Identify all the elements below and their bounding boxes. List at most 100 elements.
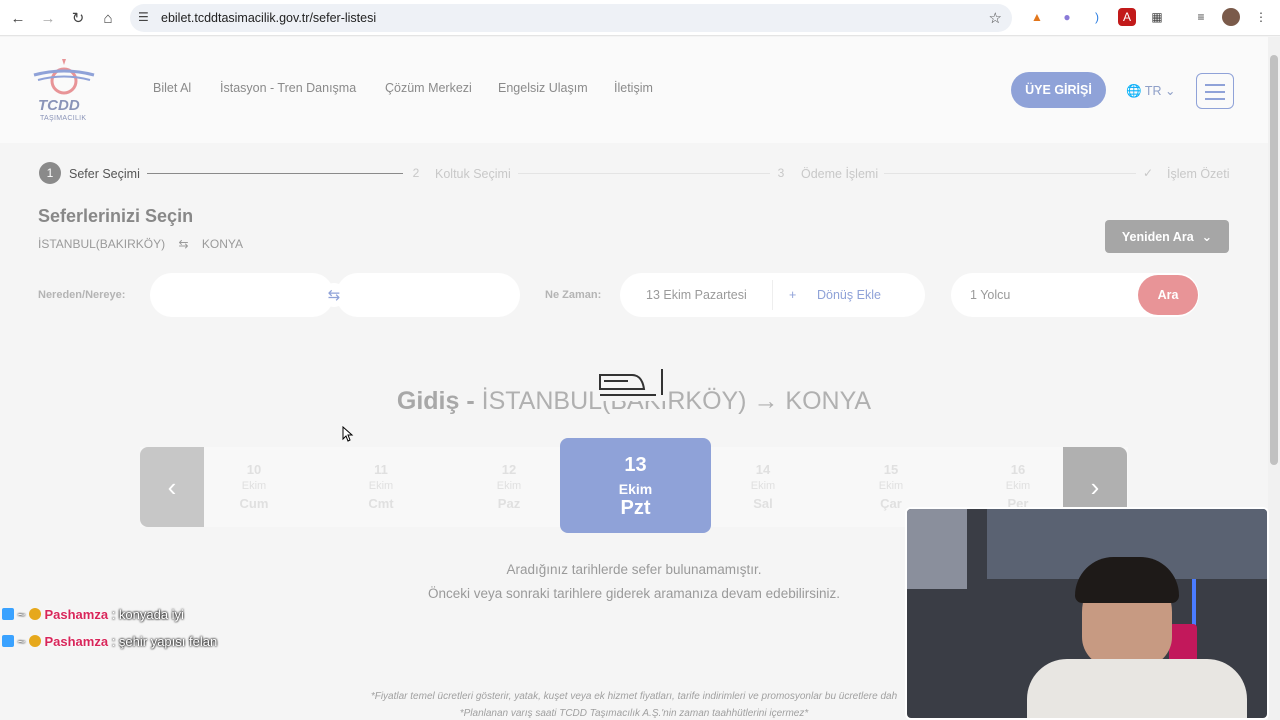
extension-icon[interactable]: ● <box>1058 8 1076 26</box>
nav-engelsiz-ulasim[interactable]: Engelsiz Ulaşım <box>498 81 588 95</box>
reload-icon[interactable]: ↻ <box>68 8 88 28</box>
step-line <box>884 173 1136 174</box>
site-header: TCDD TAŞIMACILIK Bilet Al İstasyon - Tre… <box>0 37 1268 143</box>
date-option[interactable]: 10 Ekim Cum <box>224 461 284 512</box>
language-selector[interactable]: 🌐 TR ⌄ <box>1126 83 1175 99</box>
day-number: 15 <box>883 462 899 477</box>
menu-bar <box>1205 98 1225 100</box>
date-option[interactable]: 14 Ekim Sal <box>733 461 793 512</box>
route-to: KONYA <box>201 237 244 251</box>
day-weekday: Cum <box>239 496 269 511</box>
from-to-label: Nereden/Nereye: <box>38 289 126 301</box>
step-3-label: Ödeme İşlemi <box>801 167 879 181</box>
login-button[interactable]: ÜYE GİRİŞİ <box>1011 72 1106 108</box>
chat-message: ~ Pashamza : konyada iyi <box>2 607 184 622</box>
nav-bilet-al[interactable]: Bilet Al <box>153 81 191 95</box>
day-month: Ekim <box>1005 480 1031 492</box>
chevron-down-icon: ⌄ <box>1201 230 1213 244</box>
day-number: 11 <box>374 462 388 477</box>
menu-dots-icon[interactable]: ⋮ <box>1252 8 1270 26</box>
arrow-right-icon: → <box>753 387 779 415</box>
coin-badge-icon <box>28 608 41 620</box>
from-input[interactable] <box>150 273 334 317</box>
url-text[interactable]: ebilet.tcddtasimacilik.gov.tr/sefer-list… <box>161 11 376 25</box>
chat-text: : konyada iyi <box>111 607 184 622</box>
swap-icon: ⇆ <box>178 237 189 251</box>
day-weekday: Sal <box>753 496 773 511</box>
day-month: Ekim <box>878 480 904 492</box>
logo-emblem-icon <box>33 59 95 95</box>
tcdd-logo[interactable]: TCDD TAŞIMACILIK <box>32 57 96 127</box>
divider <box>772 280 773 310</box>
site-info-icon[interactable]: ☰ <box>138 10 152 24</box>
passenger-value[interactable]: 1 Yolcu <box>970 288 1010 302</box>
step-line <box>147 173 403 174</box>
menu-bar <box>1205 91 1225 93</box>
to-input[interactable] <box>336 273 520 317</box>
webcam-overlay <box>905 507 1269 720</box>
day-month: Ekim <box>368 480 394 492</box>
menu-bar <box>1205 84 1225 86</box>
date-option[interactable]: 15 Ekim Çar <box>861 461 921 512</box>
puzzle-icon[interactable]: ▦ <box>1148 8 1166 26</box>
media-icon[interactable]: ≡ <box>1192 8 1210 26</box>
step-4-label: İşlem Özeti <box>1167 167 1230 181</box>
forward-icon[interactable]: → <box>38 8 58 28</box>
logo-subtext: TAŞIMACILIK <box>40 115 87 122</box>
date-value[interactable]: 13 Ekim Pazartesi <box>646 288 747 302</box>
selected-date-option[interactable]: 13 Ekim Pzt <box>560 438 711 533</box>
profile-avatar[interactable] <box>1222 8 1240 26</box>
back-icon[interactable]: ← <box>8 8 28 28</box>
metamask-icon[interactable]: ▲ <box>1028 8 1046 26</box>
day-weekday: Paz <box>497 496 521 511</box>
step-1-number: 1 <box>39 162 61 184</box>
browser-toolbar: ← → ↻ ⌂ ☰ ebilet.tcddtasimacilik.gov.tr/… <box>0 0 1280 36</box>
logo-text: TCDD <box>38 97 80 114</box>
hamburger-menu-button[interactable] <box>1196 73 1234 109</box>
chat-username: Pashamza <box>44 634 109 649</box>
page-scrollbar[interactable] <box>1268 37 1280 720</box>
swap-stations-icon[interactable]: ⇆ <box>322 283 346 307</box>
direction-label: Gidiş - <box>396 387 475 415</box>
nav-istasyon[interactable]: İstasyon - Tren Danışma <box>220 81 356 95</box>
date-option[interactable]: 16 Ekim Per <box>988 461 1048 512</box>
day-number: 16 <box>1010 462 1026 477</box>
day-number: 10 <box>246 462 262 477</box>
extension-wave-icon[interactable]: ) <box>1088 8 1106 26</box>
nav-iletisim[interactable]: İletişim <box>614 81 653 95</box>
streamer-hair <box>1075 557 1179 603</box>
day-month: Ekim <box>618 481 653 497</box>
nav-cozum-merkezi[interactable]: Çözüm Merkezi <box>385 81 472 95</box>
home-icon[interactable]: ⌂ <box>98 8 118 28</box>
check-icon: ✓ <box>1142 166 1154 180</box>
bookmark-star-icon[interactable]: ☆ <box>989 9 1002 27</box>
chat-badge-icon <box>2 635 14 647</box>
language-label: TR <box>1144 84 1162 98</box>
day-weekday: Pzt <box>620 497 651 519</box>
streamer-shirt <box>1027 659 1247 718</box>
date-option[interactable]: 12 Ekim Paz <box>479 461 539 512</box>
research-button[interactable]: Yeniden Ara ⌄ <box>1105 220 1229 253</box>
day-weekday: Cmt <box>368 496 394 511</box>
day-month: Ekim <box>496 480 522 492</box>
chat-username: Pashamza <box>44 607 109 622</box>
pdf-extension-icon[interactable]: A <box>1118 8 1136 26</box>
route-summary: İSTANBUL(BAKIRKÖY) ⇆ KONYA <box>38 237 243 251</box>
step-line <box>518 173 770 174</box>
tilde-icon: ~ <box>17 607 26 622</box>
date-option[interactable]: 11 Ekim Cmt <box>351 461 411 512</box>
page-title: Seferlerinizi Seçin <box>38 206 194 226</box>
day-number: 12 <box>501 462 517 477</box>
prev-date-button[interactable]: ‹ <box>140 447 204 527</box>
day-month: Ekim <box>750 480 776 492</box>
scrollbar-thumb[interactable] <box>1270 55 1278 465</box>
return-add-button[interactable]: Dönüş Ekle <box>817 288 881 302</box>
address-bar[interactable]: ☰ ebilet.tcddtasimacilik.gov.tr/sefer-li… <box>130 4 1012 32</box>
plus-icon[interactable]: + <box>789 288 796 302</box>
mouse-cursor-icon <box>342 426 354 442</box>
chat-badge-icon <box>2 608 14 620</box>
search-button[interactable]: Ara <box>1138 275 1198 315</box>
tilde-icon: ~ <box>17 634 26 649</box>
wall-poster <box>907 509 967 589</box>
chat-message: ~ Pashamza : şehir yapısı felan <box>2 634 217 649</box>
